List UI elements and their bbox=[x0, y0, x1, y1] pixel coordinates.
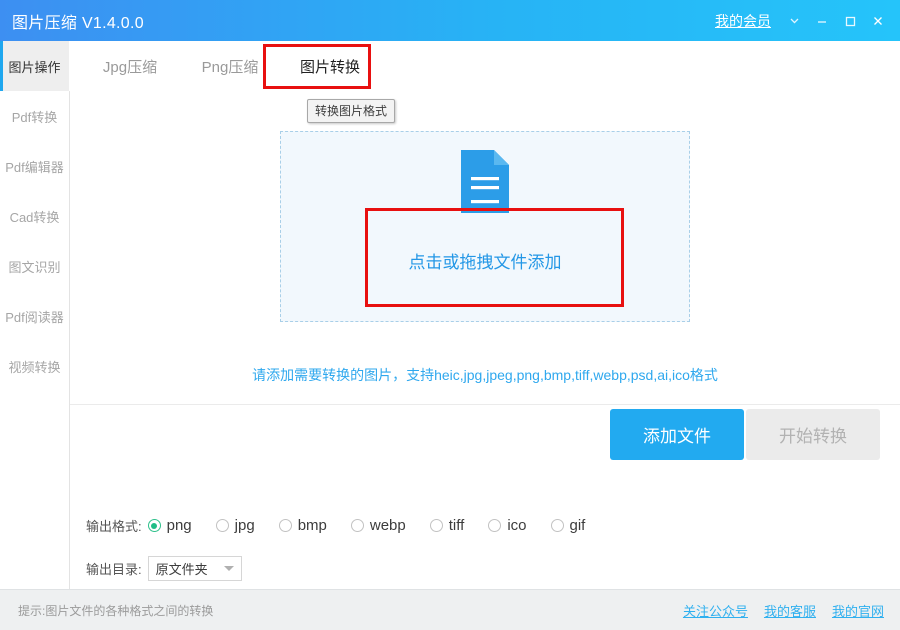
radio-icon[interactable] bbox=[551, 519, 564, 532]
format-option-webp[interactable]: webp bbox=[351, 517, 406, 534]
app-title: 图片压缩 V1.4.0.0 bbox=[12, 9, 144, 33]
format-option-label: bmp bbox=[298, 517, 327, 534]
sidebar: 图片操作 Pdf转换 Pdf编辑器 Cad转换 图文识别 Pdf阅读器 视频转换 bbox=[0, 41, 70, 589]
my-membership-link[interactable]: 我的会员 bbox=[715, 11, 771, 31]
main-content: 点击或拖拽文件添加 请添加需要转换的图片，支持heic,jpg,jpeg,png… bbox=[70, 91, 900, 589]
format-option-label: ico bbox=[507, 517, 526, 534]
file-dropzone[interactable]: 点击或拖拽文件添加 bbox=[280, 131, 690, 322]
sidebar-item-image-ops[interactable]: 图片操作 bbox=[0, 41, 69, 91]
format-option-label: png bbox=[167, 517, 192, 534]
radio-icon[interactable] bbox=[488, 519, 501, 532]
tab-label: Png压缩 bbox=[202, 56, 259, 77]
minimize-icon[interactable] bbox=[808, 6, 836, 36]
start-convert-button[interactable]: 开始转换 bbox=[746, 409, 880, 460]
radio-icon[interactable] bbox=[216, 519, 229, 532]
footer-link-website[interactable]: 我的官网 bbox=[832, 601, 884, 620]
tooltip-convert-image-format: 转换图片格式 bbox=[307, 99, 395, 123]
supported-formats-text: 请添加需要转换的图片，支持heic,jpg,jpeg,png,bmp,tiff,… bbox=[70, 365, 900, 385]
radio-icon[interactable] bbox=[351, 519, 364, 532]
title-bar-controls: 我的会员 bbox=[715, 0, 892, 41]
format-option-tiff[interactable]: tiff bbox=[430, 517, 465, 534]
footer-link-customer-service[interactable]: 我的客服 bbox=[764, 601, 816, 620]
format-option-gif[interactable]: gif bbox=[551, 517, 586, 534]
output-format-label: 输出格式: bbox=[86, 516, 142, 535]
sidebar-item-ocr[interactable]: 图文识别 bbox=[0, 241, 69, 291]
format-option-label: webp bbox=[370, 517, 406, 534]
format-option-label: gif bbox=[570, 517, 586, 534]
tab-bar: Jpg压缩 Png压缩 图片转换 bbox=[69, 41, 900, 92]
sidebar-item-label: Pdf阅读器 bbox=[5, 307, 64, 326]
sidebar-item-label: 图片操作 bbox=[8, 57, 60, 76]
sidebar-item-pdf-editor[interactable]: Pdf编辑器 bbox=[0, 141, 69, 191]
output-directory-select[interactable]: 原文件夹 bbox=[148, 556, 242, 581]
add-file-button-label: 添加文件 bbox=[643, 422, 711, 447]
format-option-jpg[interactable]: jpg bbox=[216, 517, 255, 534]
sidebar-item-label: Pdf编辑器 bbox=[5, 157, 64, 176]
format-option-ico[interactable]: ico bbox=[488, 517, 526, 534]
chevron-down-icon bbox=[224, 566, 234, 571]
tab-label: Jpg压缩 bbox=[103, 56, 157, 77]
tab-image-convert[interactable]: 图片转换 bbox=[285, 41, 375, 91]
sidebar-item-pdf-convert[interactable]: Pdf转换 bbox=[0, 91, 69, 141]
output-format-row: 输出格式: png jpg bmp webp tiff bbox=[86, 516, 585, 535]
format-option-bmp[interactable]: bmp bbox=[279, 517, 327, 534]
maximize-icon[interactable] bbox=[836, 6, 864, 36]
format-option-label: tiff bbox=[449, 517, 465, 534]
title-bar: 图片压缩 V1.4.0.0 我的会员 bbox=[0, 0, 900, 41]
status-tip: 提示:图片文件的各种格式之间的转换 bbox=[18, 602, 213, 619]
tab-png-compress[interactable]: Png压缩 bbox=[185, 41, 275, 91]
close-icon[interactable] bbox=[864, 6, 892, 36]
radio-icon[interactable] bbox=[279, 519, 292, 532]
sidebar-item-label: 图文识别 bbox=[8, 257, 60, 276]
tab-jpg-compress[interactable]: Jpg压缩 bbox=[85, 41, 175, 91]
add-file-button[interactable]: 添加文件 bbox=[610, 409, 744, 460]
radio-icon[interactable] bbox=[148, 519, 161, 532]
output-directory-label: 输出目录: bbox=[86, 559, 142, 578]
document-icon bbox=[461, 150, 509, 213]
sidebar-item-label: Cad转换 bbox=[10, 207, 60, 226]
sidebar-item-pdf-reader[interactable]: Pdf阅读器 bbox=[0, 291, 69, 341]
sidebar-item-cad-convert[interactable]: Cad转换 bbox=[0, 191, 69, 241]
tab-label: 图片转换 bbox=[300, 56, 360, 77]
output-directory-row: 输出目录: 原文件夹 bbox=[86, 556, 242, 581]
sidebar-item-label: Pdf转换 bbox=[12, 107, 58, 126]
application-window: 图片压缩 V1.4.0.0 我的会员 图片操作 Pdf转换 Pdf编辑器 bbox=[0, 0, 900, 630]
output-directory-value: 原文件夹 bbox=[156, 559, 208, 578]
footer-link-group: 关注公众号 我的客服 我的官网 bbox=[667, 601, 884, 620]
start-convert-button-label: 开始转换 bbox=[779, 422, 847, 447]
radio-icon[interactable] bbox=[430, 519, 443, 532]
status-bar: 提示:图片文件的各种格式之间的转换 关注公众号 我的客服 我的官网 bbox=[0, 589, 900, 630]
footer-link-official-account[interactable]: 关注公众号 bbox=[683, 601, 748, 620]
chevron-down-icon[interactable] bbox=[780, 6, 808, 36]
sidebar-item-label: 视频转换 bbox=[8, 357, 60, 376]
content-divider bbox=[70, 404, 900, 405]
sidebar-item-video-convert[interactable]: 视频转换 bbox=[0, 341, 69, 391]
format-option-png[interactable]: png bbox=[148, 517, 192, 534]
action-button-row: 添加文件 开始转换 bbox=[610, 409, 880, 460]
dropzone-label: 点击或拖拽文件添加 bbox=[281, 248, 689, 273]
format-option-label: jpg bbox=[235, 517, 255, 534]
